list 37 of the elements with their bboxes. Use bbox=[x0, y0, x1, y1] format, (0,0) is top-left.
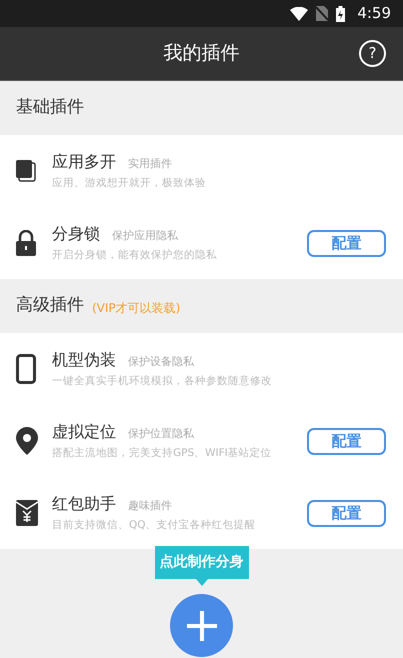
location-pin-icon bbox=[16, 427, 38, 455]
money-envelope-icon bbox=[16, 500, 38, 526]
plugin-description: 目前支持微信、QQ、支付宝各种红包提醒 bbox=[52, 518, 257, 534]
section-title: 基础插件 bbox=[16, 96, 84, 120]
plugin-description: 一键全真实手机环境模拟，各种参数随意修改 bbox=[52, 374, 273, 390]
plugin-row[interactable]: 应用多开 实用插件 应用、游戏想开就开，极致体验 bbox=[0, 135, 403, 207]
plugin-name: 红包助手 bbox=[52, 493, 116, 516]
plugin-tag: 保护应用隐私 bbox=[112, 228, 178, 245]
plugin-row[interactable]: 分身锁 保护应用隐私 开启分身锁，能有效保护您的隐私 配置 bbox=[0, 207, 403, 279]
plugin-description: 搭配主流地图，完美支持GPS、WIFI基站定位 bbox=[52, 446, 273, 462]
plugin-description: 应用、游戏想开就开，极致体验 bbox=[52, 176, 207, 192]
section-title: 高级插件 bbox=[16, 294, 84, 318]
vip-note: (VIP才可以装载) bbox=[92, 300, 180, 317]
copy-icon bbox=[16, 160, 36, 182]
plugin-row[interactable]: 红包助手 趣味插件 目前支持微信、QQ、支付宝各种红包提醒 配置 bbox=[0, 477, 403, 549]
battery-charging-icon bbox=[336, 6, 346, 22]
no-sim-icon bbox=[316, 6, 328, 21]
clock: 4:59 bbox=[357, 3, 391, 24]
plugin-tag: 保护设备隐私 bbox=[128, 354, 194, 371]
plugin-description: 开启分身锁，能有效保护您的隐私 bbox=[52, 248, 218, 264]
plugin-name: 分身锁 bbox=[52, 223, 100, 246]
plugin-row[interactable]: 虚拟定位 保护位置隐私 搭配主流地图，完美支持GPS、WIFI基站定位 配置 bbox=[0, 405, 403, 477]
plugin-tag: 保护位置隐私 bbox=[128, 426, 194, 443]
phone-icon bbox=[16, 354, 36, 384]
plugin-row[interactable]: 机型伪装 保护设备隐私 一键全真实手机环境模拟，各种参数随意修改 bbox=[0, 333, 403, 405]
plugin-tag: 趣味插件 bbox=[128, 498, 172, 515]
plugin-name: 机型伪装 bbox=[52, 349, 116, 372]
tooltip-pointer bbox=[196, 579, 208, 586]
help-button[interactable]: ? bbox=[359, 40, 386, 67]
tooltip: 点此制作分身 bbox=[154, 546, 248, 579]
lock-icon bbox=[16, 230, 36, 256]
wifi-icon bbox=[290, 6, 308, 20]
page-title: 我的插件 bbox=[164, 41, 240, 66]
plus-icon bbox=[186, 610, 216, 640]
plugin-tag: 实用插件 bbox=[128, 156, 172, 173]
plugin-name: 应用多开 bbox=[52, 151, 116, 174]
plugin-name: 虚拟定位 bbox=[52, 421, 116, 444]
